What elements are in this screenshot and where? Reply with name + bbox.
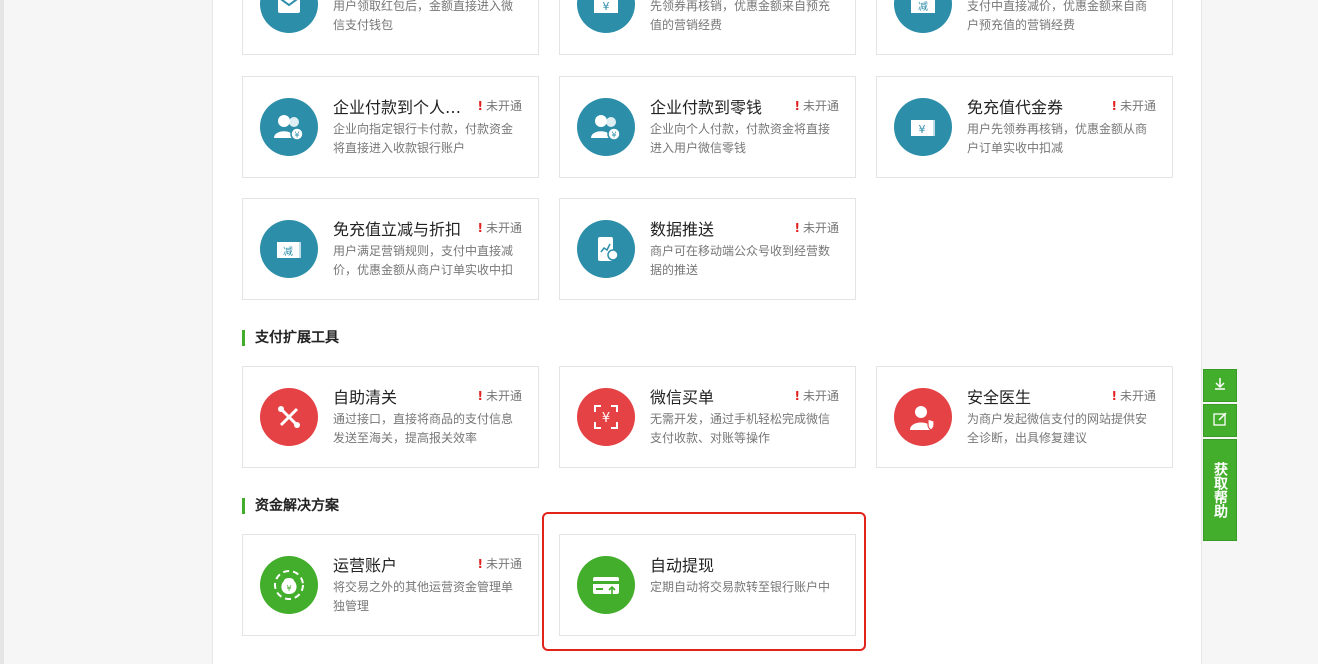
svg-text:¥: ¥ (611, 131, 616, 140)
svg-text:¥: ¥ (286, 584, 291, 593)
svg-text:减: 减 (918, 1, 928, 13)
status-badge: ! 未开通 (477, 221, 523, 235)
status-badge: ! 未开通 (1111, 99, 1157, 113)
status-badge: ! 未开通 (794, 389, 840, 403)
card-title: 微信买单 (650, 388, 715, 407)
coupon-yuan-icon: ¥ (577, 0, 635, 33)
svg-text:减: 减 (283, 246, 293, 258)
card-desc: 先领券再核销，优惠金额来自预充值的营销经费 (650, 0, 831, 32)
status-badge: ! 未开通 (477, 99, 523, 113)
card-desc: 无需开发，通过手机轻松完成微信支付收款、对账等操作 (650, 412, 831, 445)
svg-text:¥: ¥ (602, 411, 610, 426)
users-yuan-icon: ¥ (577, 98, 635, 156)
edit-icon (1212, 411, 1228, 431)
status-badge: ! 未开通 (794, 99, 840, 113)
card-desc: 企业向个人付款，付款资金将直接进入用户微信零钱 (650, 122, 831, 155)
coupon-yuan-icon: ¥ (894, 98, 952, 156)
envelope-icon (260, 0, 318, 33)
doctor-shield-icon (894, 388, 952, 446)
card-title: 企业付款到个人银行卡 (333, 98, 468, 117)
card-desc: 支付中直接减价，优惠金额来自商户预充值的营销经费 (967, 0, 1148, 32)
card-desc: 企业向指定银行卡付款，付款资金将直接进入收款银行账户 (333, 122, 514, 155)
status-badge: ! 未开通 (477, 557, 523, 571)
highlight-frame (542, 512, 866, 651)
coupon-discount-icon: 减 (894, 0, 952, 33)
status-badge: ! 未开通 (1111, 389, 1157, 403)
scan-yuan-icon: ¥ (577, 388, 635, 446)
card-wechat-pay-bill[interactable]: ¥ 微信买单 ! 未开通 无需开发，通过手机轻松完成微信支付收款、对账等操作 (559, 366, 856, 468)
card-customs[interactable]: 自助清关 ! 未开通 通过接口，直接将商品的支付信息发送至海关，提高报关效率 (242, 366, 539, 468)
card-title: 免充值代金券 (967, 98, 1064, 117)
card-title: 安全医生 (967, 388, 1032, 407)
card-desc: 用户先领券再核销，优惠金额从商户订单实收中扣减 (967, 122, 1148, 155)
get-help-button[interactable]: 获取帮助 (1203, 439, 1237, 541)
card-operating-account[interactable]: ¥ 运营账户 ! 未开通 将交易之外的其他运营资金管理单独管理 (242, 534, 539, 636)
card-title: 运营账户 (333, 556, 398, 575)
card-desc: 为商户发起微信支付的网站提供安全诊断，出具修复建议 (967, 412, 1148, 445)
card-desc: 将交易之外的其他运营资金管理单独管理 (333, 580, 514, 613)
tools-icon (260, 388, 318, 446)
card-title: 企业付款到零钱 (650, 98, 763, 117)
svg-text:¥: ¥ (919, 123, 926, 136)
svg-text:¥: ¥ (294, 131, 299, 140)
section-title-funds: 资金解决方案 (242, 498, 339, 514)
card-title: 免充值立减与折扣 (333, 220, 462, 239)
card-free-coupon[interactable]: ¥ 免充值代金券 ! 未开通 用户先领券再核销，优惠金额从商户订单实收中扣减 (876, 76, 1173, 178)
card-desc: 用户满足营销规则，支付中直接减价，优惠金额从商户订单实收中扣 (333, 244, 514, 277)
section-title-payment-tools: 支付扩展工具 (242, 330, 339, 346)
card-discount[interactable]: 减 支付中直接减价，优惠金额来自商户预充值的营销经费 (876, 0, 1173, 55)
card-free-discount[interactable]: 减 免充值立减与折扣 ! 未开通 用户满足营销规则，支付中直接减价，优惠金额从商户… (242, 198, 539, 300)
card-title: 数据推送 (650, 220, 715, 239)
users-yuan-icon: ¥ (260, 98, 318, 156)
money-bag-icon: ¥ (260, 556, 318, 614)
card-desc: 用户领取红包后，金额直接进入微信支付钱包 (333, 0, 514, 32)
card-security-doctor[interactable]: 安全医生 ! 未开通 为商户发起微信支付的网站提供安全诊断，出具修复建议 (876, 366, 1173, 468)
download-icon (1212, 376, 1228, 396)
feedback-button[interactable] (1203, 404, 1237, 437)
download-button[interactable] (1203, 369, 1237, 402)
card-pay-to-change[interactable]: ¥ 企业付款到零钱 ! 未开通 企业向个人付款，付款资金将直接进入用户微信零钱 (559, 76, 856, 178)
card-desc: 通过接口，直接将商品的支付信息发送至海关，提高报关效率 (333, 412, 514, 445)
card-pay-to-bank[interactable]: ¥ 企业付款到个人银行卡 !未开通 企业向指定银行卡付款，付款资金将直接进入收款… (242, 76, 539, 178)
coupon-discount-icon: 减 (260, 220, 318, 278)
card-title: 自助清关 (333, 388, 398, 407)
card-data-push[interactable]: 数据推送 ! 未开通 商户可在移动端公众号收到经营数据的推送 (559, 198, 856, 300)
svg-text:¥: ¥ (603, 0, 610, 13)
card-red-packet[interactable]: 用户领取红包后，金额直接进入微信支付钱包 (242, 0, 539, 55)
card-coupon[interactable]: ¥ 先领券再核销，优惠金额来自预充值的营销经费 (559, 0, 856, 55)
phone-chart-icon (577, 220, 635, 278)
status-badge: ! 未开通 (477, 389, 523, 403)
card-desc: 商户可在移动端公众号收到经营数据的推送 (650, 244, 831, 277)
status-badge: ! 未开通 (794, 221, 840, 235)
window-edge (0, 0, 4, 664)
